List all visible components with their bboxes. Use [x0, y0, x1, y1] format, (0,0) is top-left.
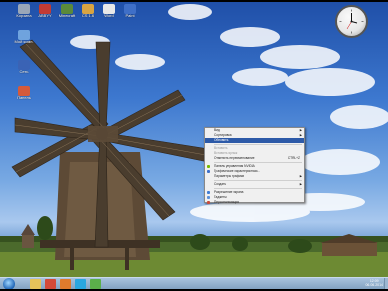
computer-icon [18, 30, 30, 40]
desktop-icon-1[interactable]: Корзина [13, 4, 35, 18]
desktop-icon-label: Paint [125, 14, 135, 18]
menu-item-undo-rename[interactable]: Отменить переименование CTRL+Z [205, 156, 304, 161]
recycle-bin-icon [18, 4, 30, 14]
menu-item-label: Параметры графики [214, 174, 245, 178]
menu-separator [214, 144, 302, 145]
menu-item-new[interactable]: Создать ▶ [205, 182, 304, 187]
network-icon [18, 60, 30, 70]
desktop-icon-8[interactable]: Сеть [13, 60, 35, 74]
menu-item-shortcut: CTRL+Z [287, 156, 300, 160]
menu-separator [214, 188, 302, 189]
menu-item-refresh[interactable]: Обновить [205, 138, 304, 143]
app-icon [39, 4, 51, 14]
graphics-icon [207, 170, 210, 173]
clock-gadget[interactable] [335, 5, 368, 38]
desktop-icon-3[interactable]: Minecraft [56, 4, 78, 18]
tray-clock[interactable]: 12:09 06.06.2014 [365, 279, 383, 287]
desktop-icon-5[interactable]: Word [98, 4, 120, 18]
control-panel-icon [18, 86, 30, 96]
wallpaper [0, 4, 388, 277]
menu-separator [214, 180, 302, 181]
context-menu: Вид ▶ Сортировка ▶ Обновить Вставить Вст… [204, 127, 305, 205]
menu-item-label: Вставить [214, 146, 228, 150]
clock-face-icon [339, 9, 364, 34]
menu-item-label: Сортировка [214, 133, 232, 137]
desktop-icon-9[interactable]: Панель [13, 86, 35, 100]
game-icon [82, 4, 94, 14]
desktop-icon-label: Minecraft [58, 14, 76, 18]
nvidia-icon [207, 165, 210, 168]
desktop-icon-label: ABBYY [38, 14, 52, 18]
app-button[interactable] [90, 279, 101, 289]
explorer-button[interactable] [30, 279, 41, 289]
chevron-right-icon: ▶ [299, 174, 302, 178]
desktop-icon-label: Word [104, 14, 114, 18]
menu-item-label: Разрешение экрана [214, 190, 244, 194]
desktop-icon-6[interactable]: Paint [119, 4, 141, 18]
menu-item-label: Гаджеты [214, 195, 227, 199]
menu-item-label: Вид [214, 128, 220, 132]
gadgets-icon [207, 196, 210, 199]
media-button[interactable] [60, 279, 71, 289]
chrome-button[interactable] [45, 279, 56, 289]
desktop-icon-2[interactable]: ABBYY [34, 4, 56, 18]
tray-date: 06.06.2014 [365, 283, 383, 287]
display-icon [207, 191, 210, 194]
desktop-icon-4[interactable]: CS 1.6 [77, 4, 99, 18]
menu-item-label: Графические характеристики... [214, 169, 261, 173]
document-icon [103, 4, 115, 14]
desktop-icon-label: Мой комп. [14, 40, 34, 44]
menu-item-graphics-options[interactable]: Параметры графики ▶ [205, 174, 304, 179]
personalize-icon [207, 201, 210, 204]
desktop-icon-label: Корзина [16, 14, 32, 18]
menu-item-label: Вставить ярлык [214, 151, 238, 155]
menu-item-label: Создать [214, 182, 227, 186]
chevron-right-icon: ▶ [299, 182, 302, 186]
menu-item-label: Обновить [214, 138, 229, 142]
skype-button[interactable] [75, 279, 86, 289]
game-icon [61, 4, 73, 14]
desktop-icon-7[interactable]: Мой комп. [13, 30, 35, 44]
menu-item-personalize[interactable]: Персонализация [205, 200, 304, 205]
desktop[interactable]: Корзина ABBYY Minecraft CS 1.6 Word Pain… [0, 2, 388, 277]
paint-icon [124, 4, 136, 14]
desktop-icon-label: Сеть [19, 70, 29, 74]
desktop-icon-label: CS 1.6 [81, 14, 95, 18]
menu-item-label: Отменить переименование [214, 156, 255, 160]
desktop-icon-label: Панель [17, 96, 31, 100]
menu-item-label: Персонализация [214, 200, 239, 204]
menu-separator [214, 162, 302, 163]
menu-item-label: Панель управления NVIDIA [214, 164, 255, 168]
